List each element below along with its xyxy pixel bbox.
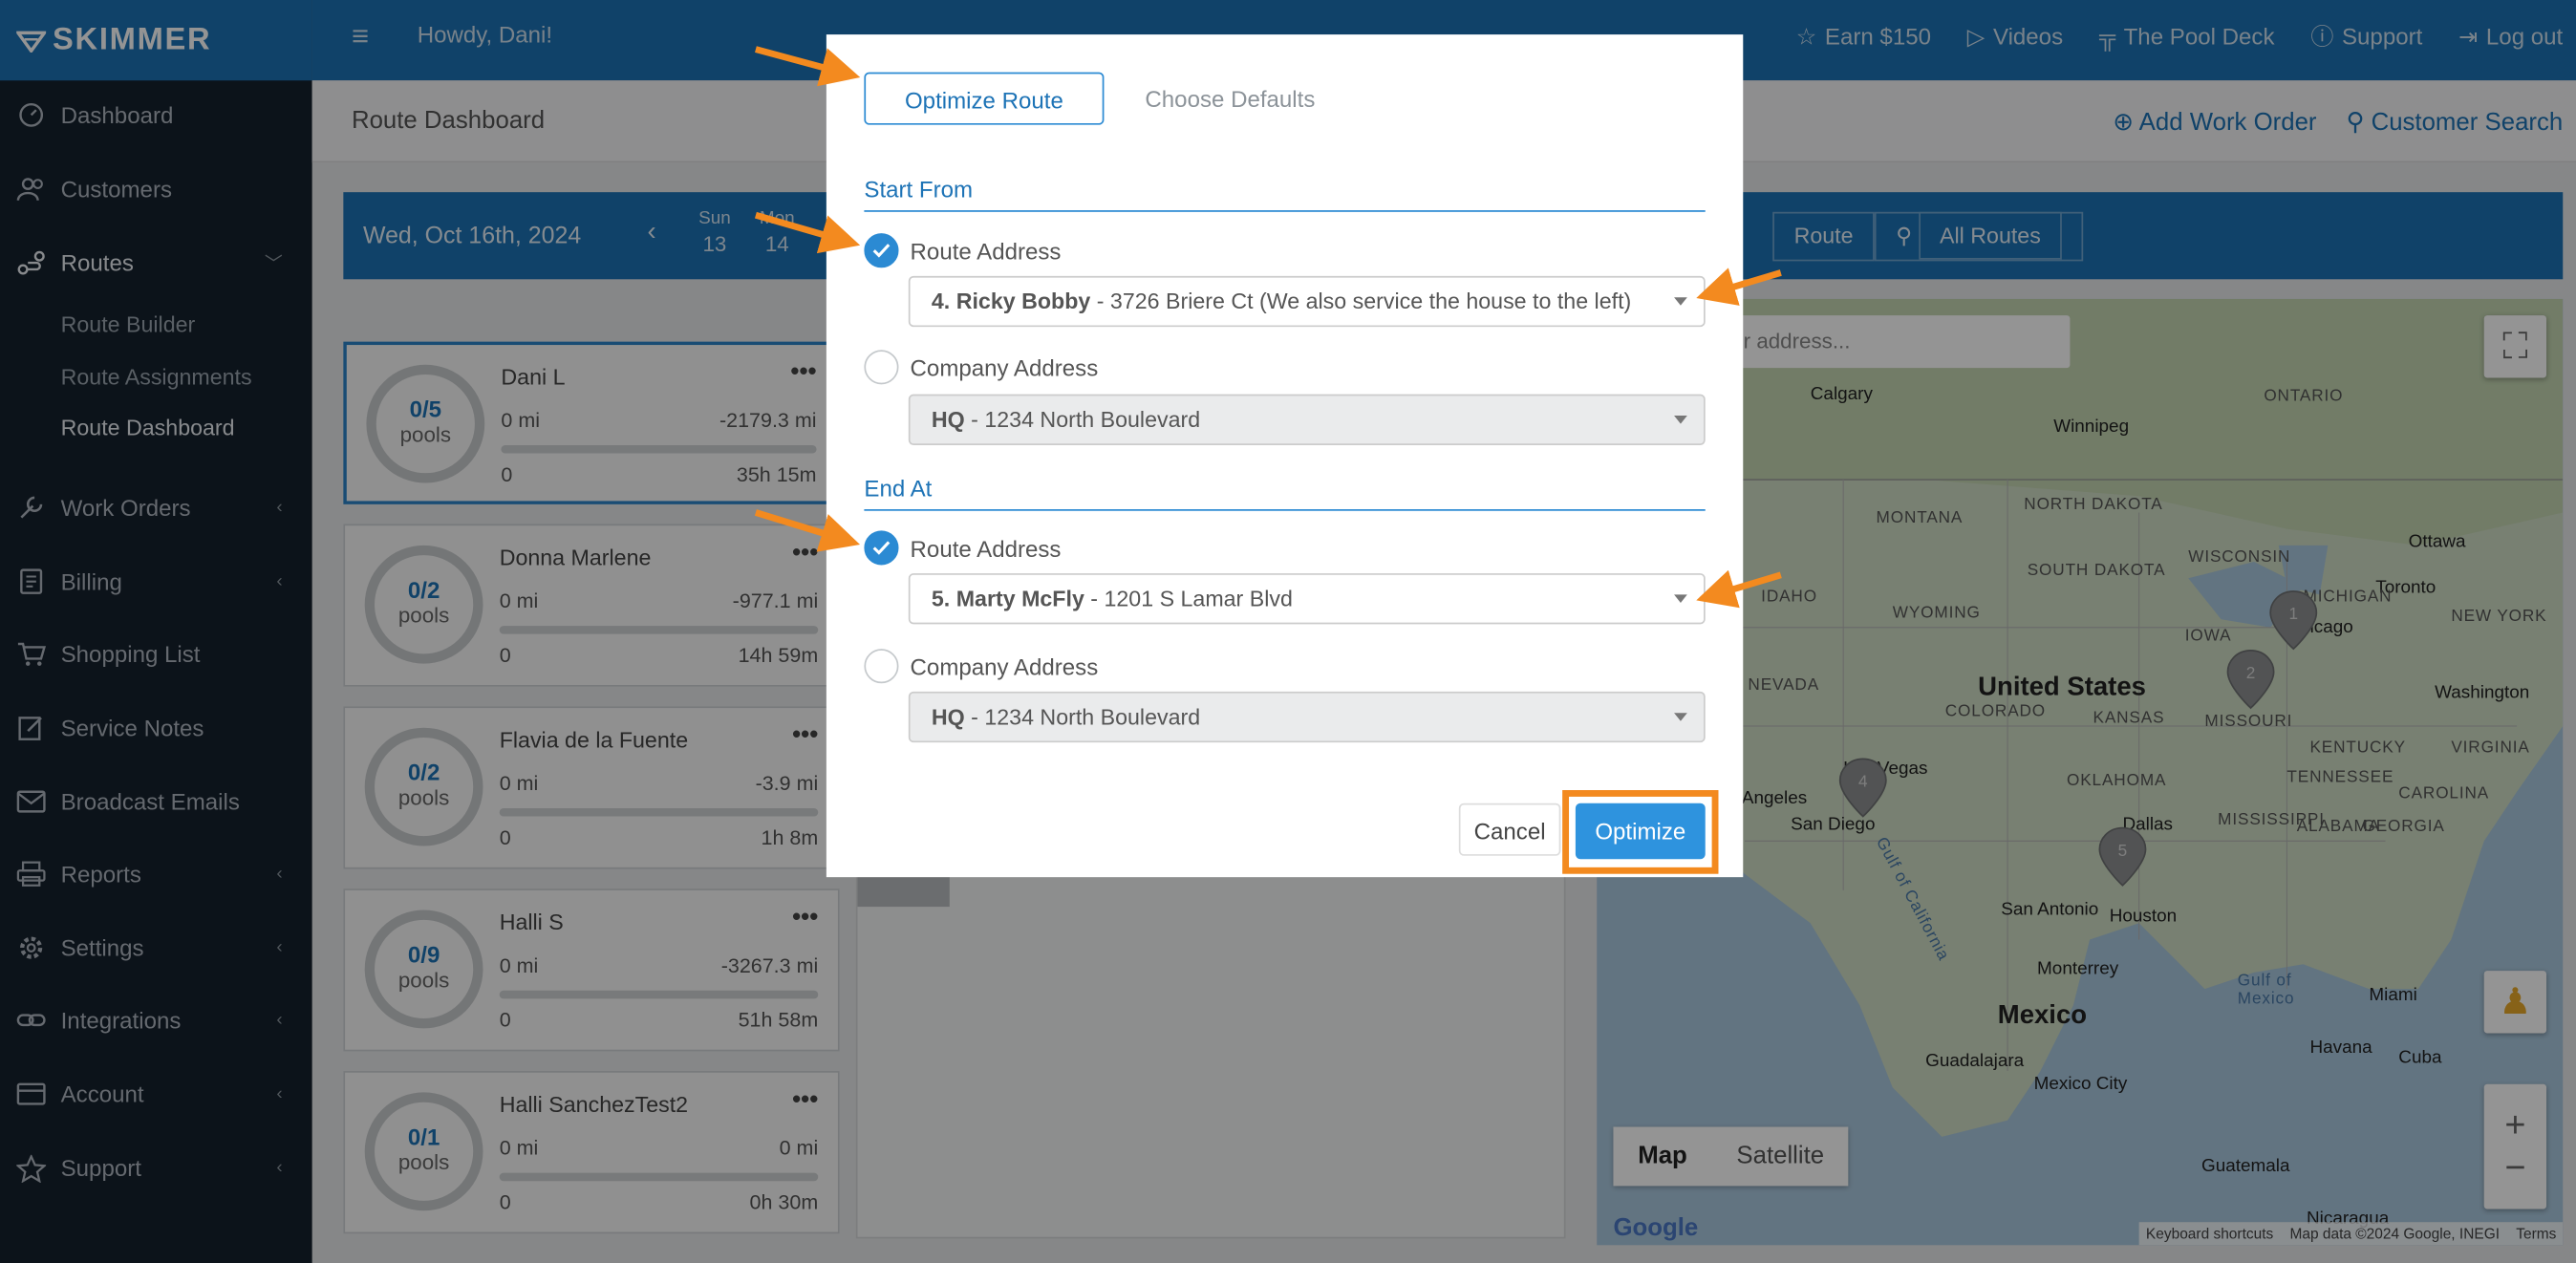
arrow-icon <box>754 46 1782 609</box>
annotation-arrows <box>754 46 1782 609</box>
